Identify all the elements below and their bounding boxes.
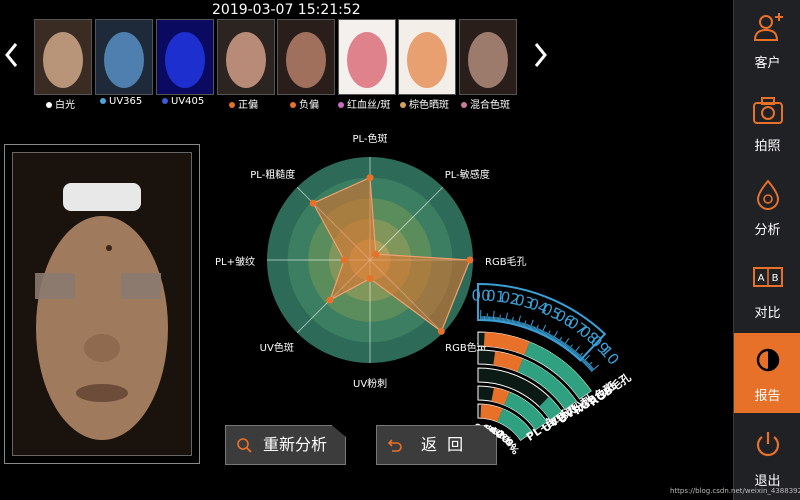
compare-icon-letter: A — [758, 273, 765, 284]
thumbnail-label: 棕色晒斑 — [400, 96, 449, 111]
gauge-scale-tick — [496, 317, 498, 322]
sidebar-label: 拍照 — [754, 139, 781, 154]
power-icon — [756, 432, 780, 457]
thumbnail-label: UV405 — [162, 96, 204, 107]
gauge-scale-tick — [500, 317, 502, 322]
radar-data-point — [340, 256, 348, 264]
face-thumbnail-image — [399, 20, 455, 94]
analysis-drop-icon — [756, 179, 780, 210]
sidebar-label: 报告 — [754, 389, 781, 404]
radar-axis-label: PL-色斑 — [352, 134, 388, 145]
report-contrast-icon — [756, 348, 780, 372]
sidebar-item-compare[interactable]: A B 对比 — [734, 250, 800, 330]
thumbnail-4[interactable] — [277, 19, 335, 95]
face-thumbnail-image — [278, 20, 334, 94]
reanalyze-button[interactable]: 重新分析 — [225, 425, 346, 465]
user-add-icon — [753, 13, 783, 41]
sidebar-item-photo[interactable]: 拍照 — [734, 83, 800, 163]
watermark-url: https://blog.csdn.net/weixin_43883929 — [670, 487, 800, 495]
previous-arrow-icon[interactable] — [2, 40, 22, 70]
gauge-series-label: RGB毛孔 — [586, 370, 633, 409]
radar-data-point — [366, 275, 374, 283]
thumbnail-3[interactable] — [217, 19, 275, 95]
gauge-scale-tick — [492, 310, 495, 321]
magnifier-icon — [237, 438, 252, 453]
gauge-scale-tick — [503, 318, 506, 323]
thumbnail-5[interactable] — [338, 19, 396, 95]
thumbnail-label: 正偏 — [229, 96, 258, 111]
radar-data-point — [366, 174, 374, 182]
sidebar-item-exit[interactable]: 退出 — [734, 418, 800, 498]
radar-data-point — [309, 199, 317, 207]
face-photo-image — [13, 153, 191, 455]
face-photo[interactable] — [12, 152, 192, 456]
sidebar-item-analysis[interactable]: 分析 — [734, 167, 800, 247]
back-label: 返 回 — [421, 435, 464, 454]
gauge-scale-tick — [502, 318, 505, 323]
gauge-scale-tick — [497, 317, 500, 322]
radar-axis-label: UV色斑 — [259, 343, 294, 355]
sidebar-label: 客户 — [754, 56, 781, 71]
camera-icon — [753, 97, 783, 124]
face-photo-frame — [4, 144, 200, 464]
face-thumbnail-image — [35, 20, 91, 94]
compare-ab-icon: A B — [753, 267, 783, 287]
radar-axis-label: UV粉刺 — [353, 379, 388, 390]
face-thumbnail-image — [157, 20, 213, 94]
radar-data-point — [372, 250, 380, 258]
radar-data-point — [437, 327, 445, 335]
thumbnail-2[interactable] — [156, 19, 214, 95]
gauge-scale-tick — [501, 317, 504, 322]
capture-timestamp: 2019-03-07 15:21:52 — [212, 2, 361, 18]
sidebar-label: 对比 — [754, 306, 781, 321]
face-thumbnail-image — [218, 20, 274, 94]
sidebar-label: 分析 — [754, 223, 781, 238]
radar-data-point — [326, 296, 334, 304]
thumbnail-6[interactable] — [398, 19, 456, 95]
reanalyze-label: 重新分析 — [263, 435, 328, 454]
thumbnail-label: 负偏 — [290, 96, 319, 111]
gauge-scale-tick — [498, 314, 501, 322]
arc-gauge-chart: PL+皱纹UV色斑UV粉刺RGB色斑RGB毛孔100%80%60%40%20%0… — [470, 282, 634, 457]
radar-axis-label: PL+皱纹 — [215, 256, 255, 268]
return-icon — [387, 439, 402, 452]
thumbnail-label: UV365 — [100, 96, 142, 107]
face-thumbnail-image — [96, 20, 152, 94]
radar-axis-label: PL-粗糙度 — [250, 169, 296, 181]
thumbnail-label: 白光 — [46, 96, 75, 111]
sidebar: 客户 拍照 分析 A B 对比 报告 退出 — [733, 0, 800, 500]
thumbnail-0[interactable] — [34, 19, 92, 95]
sidebar-item-customer[interactable]: 客户 — [734, 0, 800, 80]
back-button[interactable]: 返 回 — [376, 425, 497, 465]
sidebar-item-report[interactable]: 报告 — [734, 333, 800, 413]
face-thumbnail-image — [339, 20, 395, 94]
thumbnail-label: 红血丝/斑 — [338, 96, 390, 111]
thumbnail-1[interactable] — [95, 19, 153, 95]
compare-icon-letter: B — [772, 273, 779, 284]
